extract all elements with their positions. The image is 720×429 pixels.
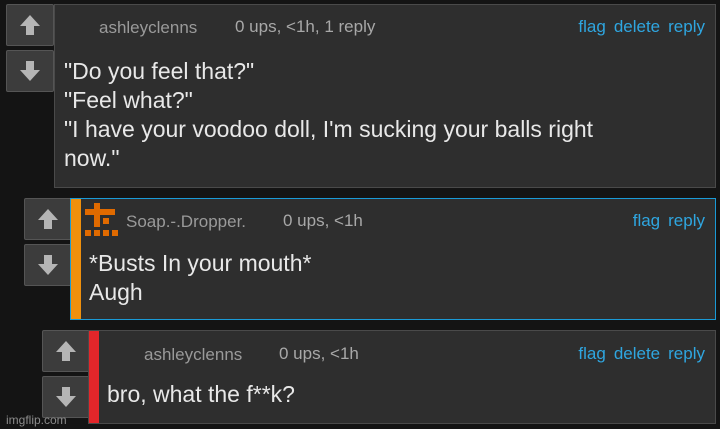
reply-button[interactable]: reply: [668, 211, 705, 231]
flag-button[interactable]: flag: [578, 344, 605, 364]
comment-card: Soap.-.Dropper. 0 ups, <1h flag reply *B…: [70, 198, 716, 320]
comment-1: ashleyclenns 0 ups, <1h, 1 reply flag de…: [6, 4, 716, 188]
username-link[interactable]: ashleyclenns: [144, 345, 242, 365]
arrow-down-icon: [38, 255, 58, 275]
comment-header: Soap.-.Dropper. 0 ups, <1h flag reply: [71, 199, 715, 243]
comment-card: ashleyclenns 0 ups, <1h flag delete repl…: [88, 330, 716, 424]
upvote-button[interactable]: [6, 4, 54, 46]
comment-body: *Busts In your mouth* Augh: [89, 249, 311, 307]
reply-button[interactable]: reply: [668, 344, 705, 364]
upvote-button[interactable]: [42, 330, 90, 372]
vote-controls: [6, 4, 54, 92]
comment-card: ashleyclenns 0 ups, <1h, 1 reply flag de…: [54, 4, 716, 188]
comment-meta: 0 ups, <1h: [283, 211, 363, 230]
flag-button[interactable]: flag: [633, 211, 660, 231]
comment-2: Soap.-.Dropper. 0 ups, <1h flag reply *B…: [24, 198, 716, 320]
delete-button[interactable]: delete: [614, 17, 660, 37]
vote-controls: [24, 198, 72, 286]
upvote-button[interactable]: [24, 198, 72, 240]
arrow-up-icon: [56, 341, 76, 361]
comment-line: now.": [64, 145, 120, 171]
comment-3: ashleyclenns 0 ups, <1h flag delete repl…: [42, 330, 716, 424]
comment-body: bro, what the f**k?: [107, 380, 295, 409]
arrow-up-icon: [20, 15, 40, 35]
flag-button[interactable]: flag: [578, 17, 605, 37]
username-link[interactable]: Soap.-.Dropper.: [126, 212, 246, 232]
downvote-button[interactable]: [6, 50, 54, 92]
arrow-up-icon: [38, 209, 58, 229]
vote-controls: [42, 330, 90, 418]
comment-line: Augh: [89, 279, 143, 305]
downvote-button[interactable]: [24, 244, 72, 286]
comment-header: ashleyclenns 0 ups, <1h, 1 reply flag de…: [55, 5, 715, 49]
reply-button[interactable]: reply: [668, 17, 705, 37]
downvote-button[interactable]: [42, 376, 90, 418]
comment-meta: 0 ups, <1h, 1 reply: [235, 17, 376, 36]
username-link[interactable]: ashleyclenns: [99, 18, 197, 38]
comment-actions: flag reply: [633, 211, 705, 231]
imgflip-watermark: imgflip.com: [6, 413, 67, 427]
comment-header: ashleyclenns 0 ups, <1h flag delete repl…: [89, 331, 715, 375]
comment-line: "Do you feel that?": [64, 58, 255, 84]
comment-line: "I have your voodoo doll, I'm sucking yo…: [64, 116, 594, 142]
comment-actions: flag delete reply: [578, 344, 705, 364]
comment-line: bro, what the f**k?: [107, 381, 295, 407]
delete-button[interactable]: delete: [614, 344, 660, 364]
comment-actions: flag delete reply: [578, 17, 705, 37]
arrow-down-icon: [56, 387, 76, 407]
comment-line: *Busts In your mouth*: [89, 250, 312, 276]
arrow-down-icon: [20, 61, 40, 81]
comment-line: "Feel what?": [64, 87, 193, 113]
comment-body: "Do you feel that?" "Feel what?" "I have…: [64, 57, 593, 173]
comment-meta: 0 ups, <1h: [279, 344, 359, 363]
